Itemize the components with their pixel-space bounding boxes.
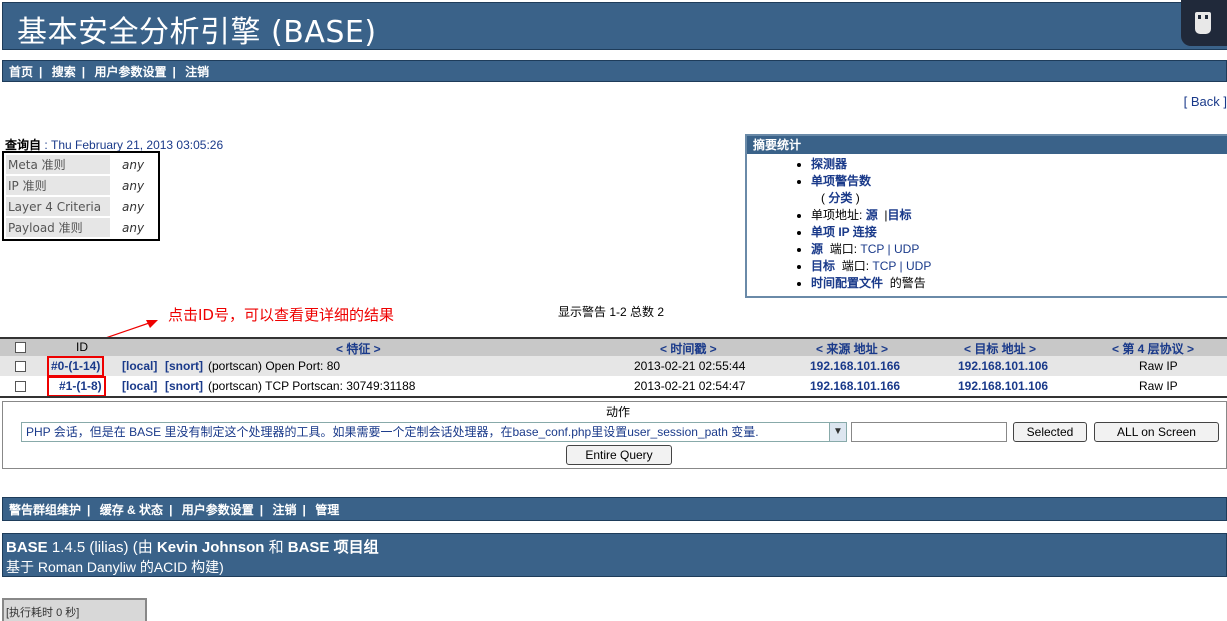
criteria-value: any [122, 199, 145, 214]
row-checkbox[interactable] [15, 361, 26, 372]
link-time-profile[interactable]: 时间配置文件 [811, 276, 883, 290]
alert-id-link[interactable]: #0-(1-14) [47, 356, 105, 377]
sig-text: (portscan) TCP Portscan: 30749:31188 [208, 379, 416, 393]
alert-src-ip[interactable]: 192.168.101.166 [810, 376, 900, 396]
footer-group-link[interactable]: BASE 项目组 [288, 539, 379, 556]
top-nav: 首页 | 搜索 | 用户参数设置 | 注销 [2, 60, 1227, 82]
footer-author-link[interactable]: Kevin Johnson [157, 539, 265, 556]
footer-line2: 基于 Roman Danyliw 的ACID 构建) [6, 559, 224, 575]
bottom-nav: 警告群组维护 | 缓存 & 状态 | 用户参数设置 | 注销 | 管理 [2, 497, 1227, 521]
criteria-value: any [122, 220, 145, 235]
col-id: ID [76, 340, 88, 354]
nav-preferences-bottom[interactable]: 用户参数设置 [182, 503, 254, 517]
col-src[interactable]: < 来源 地址 > [816, 340, 888, 357]
title-bar: 基本安全分析引擎 (BASE) [0, 0, 1227, 52]
link-dst-tcp[interactable]: TCP [872, 259, 896, 273]
link-unique-dst[interactable]: 目标 [888, 208, 912, 222]
link-dst-udp[interactable]: UDP [906, 259, 931, 273]
entire-query-button[interactable]: Entire Query [566, 445, 672, 465]
usb-icon[interactable] [1181, 0, 1227, 46]
showing-count: 显示警告 1-2 总数 2 [558, 305, 665, 319]
link-sensors[interactable]: 探测器 [811, 157, 847, 171]
unique-addr-label: 单项地址: [811, 208, 863, 222]
criteria-key: Layer 4 Criteria [6, 197, 110, 216]
alert-proto: Raw IP [1139, 379, 1178, 393]
criteria-key: IP 准则 [6, 176, 110, 195]
nav-search[interactable]: 搜索 [52, 65, 76, 79]
alert-id-link[interactable]: #1-(1-8) [47, 376, 106, 397]
link-src-port[interactable]: 源 [811, 242, 823, 256]
col-signature[interactable]: < 特征 > [336, 340, 381, 357]
select-all-checkbox[interactable] [15, 342, 26, 353]
link-src-tcp[interactable]: TCP [860, 242, 884, 256]
alert-time: 2013-02-21 02:54:47 [634, 379, 746, 393]
action-input[interactable] [851, 422, 1007, 442]
summary-stats: 摘要统计 探测器 单项警告数 ( 分类 ) 单项地址: 源 |目标 单项 IP … [745, 134, 1227, 298]
sig-snort-link[interactable]: [snort] [165, 376, 203, 396]
query-datetime: : Thu February 21, 2013 03:05:26 [44, 138, 224, 152]
sig-snort-link[interactable]: [snort] [165, 356, 203, 376]
alert-proto: Raw IP [1139, 359, 1178, 373]
link-src-udp[interactable]: UDP [894, 242, 919, 256]
criteria-key: Payload 准则 [6, 218, 110, 237]
action-label: 动作 [606, 405, 631, 419]
nav-home[interactable]: 首页 [9, 65, 33, 79]
table-row: #0-(1-14) [local] [snort] (portscan) Ope… [0, 356, 1227, 377]
nav-logout-bottom[interactable]: 注销 [272, 503, 296, 517]
link-dst-port[interactable]: 目标 [811, 259, 835, 273]
col-proto[interactable]: < 第 4 层协议 > [1112, 340, 1194, 357]
col-timestamp[interactable]: < 时间戳 > [660, 340, 717, 357]
col-dst[interactable]: < 目标 地址 > [964, 340, 1036, 357]
nav-cache-status[interactable]: 缓存 & 状态 [100, 503, 163, 517]
link-unique-alerts[interactable]: 单项警告数 [811, 174, 871, 188]
link-categories[interactable]: 分类 [828, 191, 852, 205]
sig-local-link[interactable]: [local] [122, 356, 157, 376]
table-row: #1-(1-8) [local] [snort] (portscan) TCP … [0, 376, 1227, 397]
criteria-key: Meta 准则 [6, 155, 110, 174]
table-header: ID < 特征 > < 时间戳 > < 来源 地址 > < 目标 地址 > < … [0, 337, 1227, 356]
link-unique-src[interactable]: 源 [866, 208, 878, 222]
criteria-value: any [122, 157, 145, 172]
alert-dst-ip[interactable]: 192.168.101.106 [958, 356, 1048, 376]
criteria-box: Meta 准则 any IP 准则 any Layer 4 Criteria any … [2, 151, 160, 241]
query-label: 查询自 [5, 138, 42, 152]
alert-dst-ip[interactable]: 192.168.101.106 [958, 376, 1048, 396]
footer-base-link[interactable]: BASE [6, 539, 48, 556]
sig-local-link[interactable]: [local] [122, 376, 157, 396]
chevron-down-icon[interactable]: ▼ [829, 423, 846, 441]
row-checkbox[interactable] [15, 381, 26, 392]
link-unique-ip-links[interactable]: 单项 IP 连接 [811, 225, 877, 239]
annotation-text: 点击ID号，可以查看更详细的结果 [168, 306, 394, 324]
all-on-screen-button[interactable]: ALL on Screen [1094, 422, 1219, 442]
nav-logout[interactable]: 注销 [185, 65, 209, 79]
exec-time: [执行耗时 0 秒] [2, 598, 147, 621]
footer: BASE 1.4.5 (lilias) (由 Kevin Johnson 和 B… [2, 533, 1227, 577]
selected-button[interactable]: Selected [1013, 422, 1087, 442]
alert-src-ip[interactable]: 192.168.101.166 [810, 356, 900, 376]
back-link[interactable]: [ Back ] [1184, 94, 1227, 109]
action-select[interactable]: PHP 会话，但是在 BASE 里没有制定这个处理器的工具。如果需要一个定制会话… [21, 422, 847, 442]
app-title: 基本安全分析引擎 (BASE) [17, 15, 377, 50]
nav-ag-maint[interactable]: 警告群组维护 [9, 503, 81, 517]
sig-text: (portscan) Open Port: 80 [208, 359, 341, 373]
alert-time: 2013-02-21 02:55:44 [634, 359, 746, 373]
nav-preferences[interactable]: 用户参数设置 [94, 65, 166, 79]
nav-admin[interactable]: 管理 [315, 503, 339, 517]
criteria-value: any [122, 178, 145, 193]
summary-title: 摘要统计 [747, 136, 1227, 154]
